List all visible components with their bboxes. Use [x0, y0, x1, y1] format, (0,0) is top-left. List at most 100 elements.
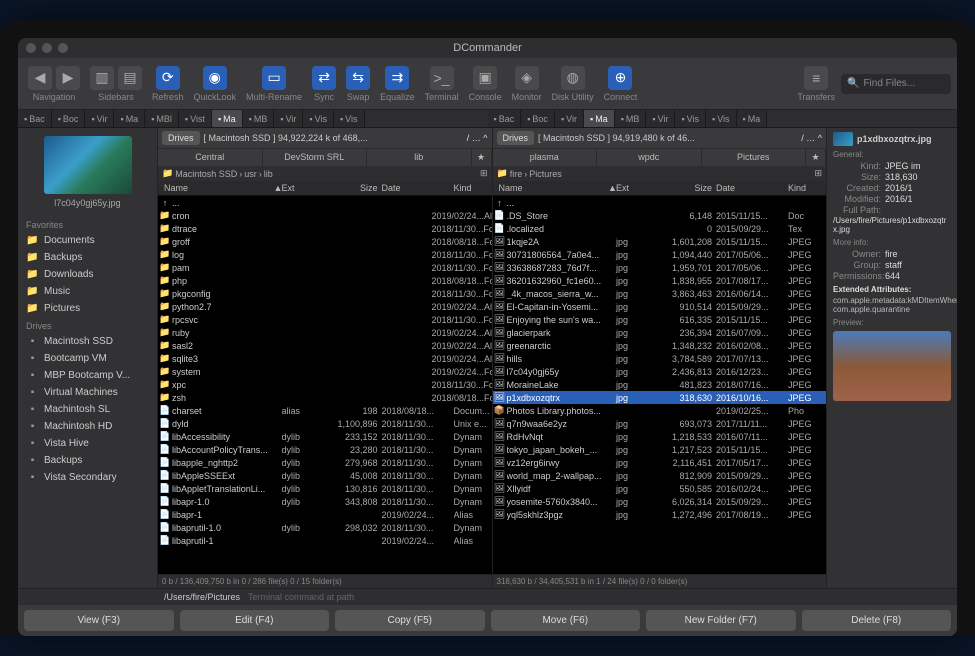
file-row[interactable]: 📁rpcsvc2018/11/30...Folder — [158, 313, 492, 326]
sidebar-item[interactable]: 📁Music — [18, 283, 157, 300]
file-row[interactable]: 🖼l7c04y0gj65yjpg2,436,8132016/12/23...JP… — [493, 365, 827, 378]
footer-button[interactable]: Edit (F4) — [180, 610, 330, 631]
file-row[interactable]: 📁groff2018/08/18...Folder — [158, 235, 492, 248]
tab[interactable]: ▪Bac — [18, 110, 52, 127]
file-row[interactable]: 📄libapr-1.0dylib343,8082018/11/30...Dyna… — [158, 495, 492, 508]
sidebar-item[interactable]: ▪Vista Hive — [18, 435, 157, 452]
tab[interactable]: ▪Ma — [114, 110, 145, 127]
sidebar-item[interactable]: ▪Backups — [18, 452, 157, 469]
file-row[interactable]: 📁log2018/11/30...Folder — [158, 248, 492, 261]
file-row[interactable]: 📄libAppleSSEExtdylib45,0082018/11/30...D… — [158, 469, 492, 482]
sidebar-item[interactable]: ▪Macintosh SSD — [18, 333, 157, 350]
swap-icon[interactable]: ⇆ — [346, 66, 370, 90]
file-row[interactable]: 📁pam2018/11/30...Folder — [158, 261, 492, 274]
file-row[interactable]: 🖼yosemite-5760x3840...jpg6,026,3142015/0… — [493, 495, 827, 508]
sidebar-item[interactable]: ▪Bootcamp VM — [18, 350, 157, 367]
file-row[interactable]: 🖼glacierparkjpg236,3942016/07/09...JPEG — [493, 326, 827, 339]
file-row[interactable]: 🖼tokyo_japan_bokeh_...jpg1,217,5232015/1… — [493, 443, 827, 456]
sidebar-item[interactable]: ▪MBP Bootcamp V... — [18, 367, 157, 384]
file-row[interactable]: 📁pkgconfig2018/11/30...Folder — [158, 287, 492, 300]
nav-back-icon[interactable]: ◀ — [28, 66, 52, 90]
nav-fwd-icon[interactable]: ▶ — [56, 66, 80, 90]
tab[interactable]: ▪Vis — [706, 110, 737, 127]
add-fav-button[interactable]: ★ — [806, 149, 826, 166]
file-row[interactable]: 🖼hillsjpg3,784,5892017/07/13...JPEG — [493, 352, 827, 365]
file-row[interactable]: 🖼_4k_macos_sierra_w...jpg3,863,4632016/0… — [493, 287, 827, 300]
file-row[interactable]: 📁python2.72019/02/24...Alias — [158, 300, 492, 313]
file-row[interactable]: 📄libAccountPolicyTrans...dylib23,2802018… — [158, 443, 492, 456]
bookmark-icon[interactable]: ⊞ — [814, 168, 822, 179]
fav-button[interactable]: lib — [367, 149, 472, 166]
tab[interactable]: ▪Vir — [85, 110, 114, 127]
tab[interactable]: ▪MB — [243, 110, 275, 127]
breadcrumb[interactable]: 📁Macintosh SSD › usr › lib⊞ — [158, 166, 492, 181]
file-row[interactable]: ↑... — [493, 196, 827, 209]
footer-button[interactable]: Delete (F8) — [802, 610, 952, 631]
file-row[interactable]: 📄libapr-12019/02/24...Alias — [158, 508, 492, 521]
tab[interactable]: ▪Ma — [737, 110, 768, 127]
disk-util-icon[interactable]: ◍ — [561, 66, 585, 90]
tab[interactable]: ▪Vir — [646, 110, 675, 127]
console-icon[interactable]: ▣ — [473, 66, 497, 90]
file-row[interactable]: 🖼Enjoying the sun's wa...jpg616,3352015/… — [493, 313, 827, 326]
file-row[interactable]: 📄libaprutil-12019/02/24...Alias — [158, 534, 492, 547]
file-row[interactable]: 📁php2018/08/18...Folder — [158, 274, 492, 287]
footer-button[interactable]: View (F3) — [24, 610, 174, 631]
file-row[interactable]: 🖼yql5skhlz3pgzjpg1,272,4962017/08/19...J… — [493, 508, 827, 521]
fav-button[interactable]: wpdc — [597, 149, 702, 166]
file-row[interactable]: 📁cron2019/02/24...Alias — [158, 209, 492, 222]
sidebar-thumbnail[interactable] — [44, 136, 132, 194]
nav-controls[interactable]: / … ^ — [801, 133, 822, 143]
file-row[interactable]: 🖼q7n9waa6e2yzjpg693,0732017/11/11...JPEG — [493, 417, 827, 430]
file-row[interactable]: 🖼world_map_2-wallpap...jpg812,9092015/09… — [493, 469, 827, 482]
fav-button[interactable]: Central — [158, 149, 263, 166]
file-row[interactable]: ↑... — [158, 196, 492, 209]
close-window[interactable] — [26, 43, 36, 53]
file-row[interactable]: 📁zsh2018/08/18...Folder — [158, 391, 492, 404]
connect-icon[interactable]: ⊕ — [608, 66, 632, 90]
footer-button[interactable]: Copy (F5) — [335, 610, 485, 631]
sidebar-item[interactable]: ▪Machintosh SL — [18, 401, 157, 418]
sync-icon[interactable]: ⇄ — [312, 66, 336, 90]
transfers-icon[interactable]: ≡ — [804, 66, 828, 90]
file-row[interactable]: 📄.localized02015/09/29...Tex — [493, 222, 827, 235]
terminal-icon[interactable]: >_ — [430, 66, 454, 90]
file-list[interactable]: ↑...📁cron2019/02/24...Alias📁dtrace2018/1… — [158, 196, 492, 574]
fav-button[interactable]: plasma — [493, 149, 598, 166]
sidebar-left-icon[interactable]: ▥ — [90, 66, 114, 90]
file-row[interactable]: 🖼30731806564_7a0e4...jpg1,094,4402017/05… — [493, 248, 827, 261]
tab[interactable]: ▪Ma — [584, 110, 615, 127]
bookmark-icon[interactable]: ⊞ — [480, 168, 488, 179]
sidebar-item[interactable]: 📁Backups — [18, 249, 157, 266]
file-row[interactable]: 🖼greenarcticjpg1,348,2322016/02/08...JPE… — [493, 339, 827, 352]
minimize-window[interactable] — [42, 43, 52, 53]
file-row[interactable]: 📦Photos Library.photos...2019/02/25...Ph… — [493, 404, 827, 417]
file-row[interactable]: 📁dtrace2018/11/30...Folder — [158, 222, 492, 235]
file-row[interactable]: 📄libAccessibilitydylib233,1522018/11/30.… — [158, 430, 492, 443]
add-fav-button[interactable]: ★ — [472, 149, 492, 166]
breadcrumb[interactable]: 📁fire › Pictures⊞ — [493, 166, 827, 181]
file-row[interactable]: 📄libAppletTranslationLi...dylib130,81620… — [158, 482, 492, 495]
footer-button[interactable]: New Folder (F7) — [646, 610, 796, 631]
tab[interactable]: ▪MB — [615, 110, 647, 127]
sidebar-item[interactable]: 📁Downloads — [18, 266, 157, 283]
file-row[interactable]: 🖼33638687283_76d7f...jpg1,959,7012017/05… — [493, 261, 827, 274]
tab[interactable]: ▪Bac — [488, 110, 522, 127]
tab[interactable]: ▪Vist — [179, 110, 212, 127]
file-row[interactable]: 🖼RdHvNqtjpg1,218,5332016/07/11...JPEG — [493, 430, 827, 443]
quicklook-icon[interactable]: ◉ — [203, 66, 227, 90]
sidebar-item[interactable]: ▪Machintosh HD — [18, 418, 157, 435]
search-input[interactable]: 🔍Find Files... — [841, 74, 951, 94]
footer-button[interactable]: Move (F6) — [491, 610, 641, 631]
file-row[interactable]: 🖼36201632960_fc1e60...jpg1,838,9552017/0… — [493, 274, 827, 287]
file-row[interactable]: 📁system2019/02/24...Folder — [158, 365, 492, 378]
current-path[interactable]: /Users/fire/Pictures — [164, 592, 240, 602]
file-list[interactable]: ↑...📄.DS_Store6,1482015/11/15...Doc📄.loc… — [493, 196, 827, 574]
file-row[interactable]: 📄charsetalias1982018/08/18...Docum... — [158, 404, 492, 417]
file-row[interactable]: 📁ruby2019/02/24...Alias — [158, 326, 492, 339]
drives-button[interactable]: Drives — [162, 131, 200, 145]
zoom-window[interactable] — [58, 43, 68, 53]
sidebar-right-icon[interactable]: ▤ — [118, 66, 142, 90]
sidebar-item[interactable]: 📁Pictures — [18, 300, 157, 317]
tab[interactable]: ▪Boc — [521, 110, 555, 127]
